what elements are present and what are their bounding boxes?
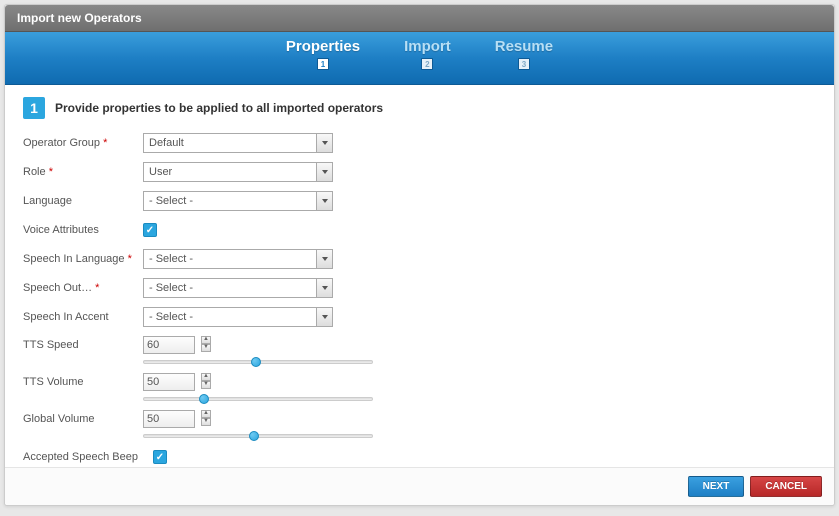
chevron-down-icon [316, 308, 332, 326]
row-global-volume: Global Volume ▲ ▼ [23, 410, 816, 438]
row-accepted-beep: Accepted Speech Beep [23, 447, 816, 465]
row-role: Role * User [23, 162, 816, 182]
spinner-up-icon[interactable]: ▲ [201, 336, 211, 344]
row-speech-out: Speech Out… * - Select - [23, 278, 816, 298]
slider-tts-speed[interactable] [143, 360, 373, 364]
label-tts-speed: TTS Speed [23, 339, 143, 351]
label-language: Language [23, 195, 143, 207]
form-content: 1 Provide properties to be applied to al… [5, 85, 834, 465]
step-label: Resume [495, 38, 553, 55]
step-resume[interactable]: Resume 3 [495, 38, 553, 70]
label-operator-group: Operator Group * [23, 137, 143, 149]
slider-thumb[interactable] [249, 431, 259, 441]
spinner-down-icon[interactable]: ▼ [201, 418, 211, 426]
dialog-footer: NEXT CANCEL [5, 467, 834, 505]
row-speech-in-accent: Speech In Accent - Select - [23, 307, 816, 327]
checkbox-accepted-beep[interactable] [153, 450, 167, 464]
label-tts-volume: TTS Volume [23, 376, 143, 388]
step-label: Properties [286, 38, 360, 55]
label-accepted-beep: Accepted Speech Beep [23, 451, 153, 463]
label-role: Role * [23, 166, 143, 178]
section-header: 1 Provide properties to be applied to al… [23, 97, 816, 119]
select-language[interactable]: - Select - [143, 191, 333, 211]
checkbox-voice-attributes[interactable] [143, 223, 157, 237]
slider-thumb[interactable] [199, 394, 209, 404]
row-tts-volume: TTS Volume ▲ ▼ [23, 373, 816, 401]
input-tts-volume[interactable] [143, 373, 195, 391]
select-speech-in-language[interactable]: - Select - [143, 249, 333, 269]
wizard-steps: Properties 1 Import 2 Resume 3 [5, 32, 834, 85]
step-number: 2 [421, 58, 433, 70]
row-voice-attributes: Voice Attributes [23, 220, 816, 240]
slider-tts-volume[interactable] [143, 397, 373, 401]
spinner-up-icon[interactable]: ▲ [201, 410, 211, 418]
section-title: Provide properties to be applied to all … [55, 101, 383, 115]
chevron-down-icon [316, 250, 332, 268]
select-role[interactable]: User [143, 162, 333, 182]
step-properties[interactable]: Properties 1 [286, 38, 360, 70]
row-operator-group: Operator Group * Default [23, 133, 816, 153]
row-language: Language - Select - [23, 191, 816, 211]
spinner-up-icon[interactable]: ▲ [201, 373, 211, 381]
spinner-down-icon[interactable]: ▼ [201, 381, 211, 389]
cancel-button[interactable]: CANCEL [750, 476, 822, 497]
row-tts-speed: TTS Speed ▲ ▼ [23, 336, 816, 364]
label-global-volume: Global Volume [23, 413, 143, 425]
dialog-title: Import new Operators [5, 5, 834, 32]
chevron-down-icon [316, 279, 332, 297]
select-speech-in-accent[interactable]: - Select - [143, 307, 333, 327]
select-speech-out[interactable]: - Select - [143, 278, 333, 298]
step-number: 1 [317, 58, 329, 70]
spinner-down-icon[interactable]: ▼ [201, 344, 211, 352]
chevron-down-icon [316, 134, 332, 152]
row-speech-in-language: Speech In Language * - Select - [23, 249, 816, 269]
step-label: Import [404, 38, 451, 55]
slider-global-volume[interactable] [143, 434, 373, 438]
input-tts-speed[interactable] [143, 336, 195, 354]
import-operators-dialog: Import new Operators Properties 1 Import… [4, 4, 835, 506]
slider-thumb[interactable] [251, 357, 261, 367]
input-global-volume[interactable] [143, 410, 195, 428]
next-button[interactable]: NEXT [688, 476, 745, 497]
chevron-down-icon [316, 163, 332, 181]
step-import[interactable]: Import 2 [404, 38, 451, 70]
select-operator-group[interactable]: Default [143, 133, 333, 153]
section-number-badge: 1 [23, 97, 45, 119]
chevron-down-icon [316, 192, 332, 210]
step-number: 3 [518, 58, 530, 70]
label-speech-out: Speech Out… * [23, 282, 143, 294]
label-speech-in-accent: Speech In Accent [23, 311, 143, 323]
label-speech-in-language: Speech In Language * [23, 253, 143, 265]
label-voice-attributes: Voice Attributes [23, 224, 143, 236]
